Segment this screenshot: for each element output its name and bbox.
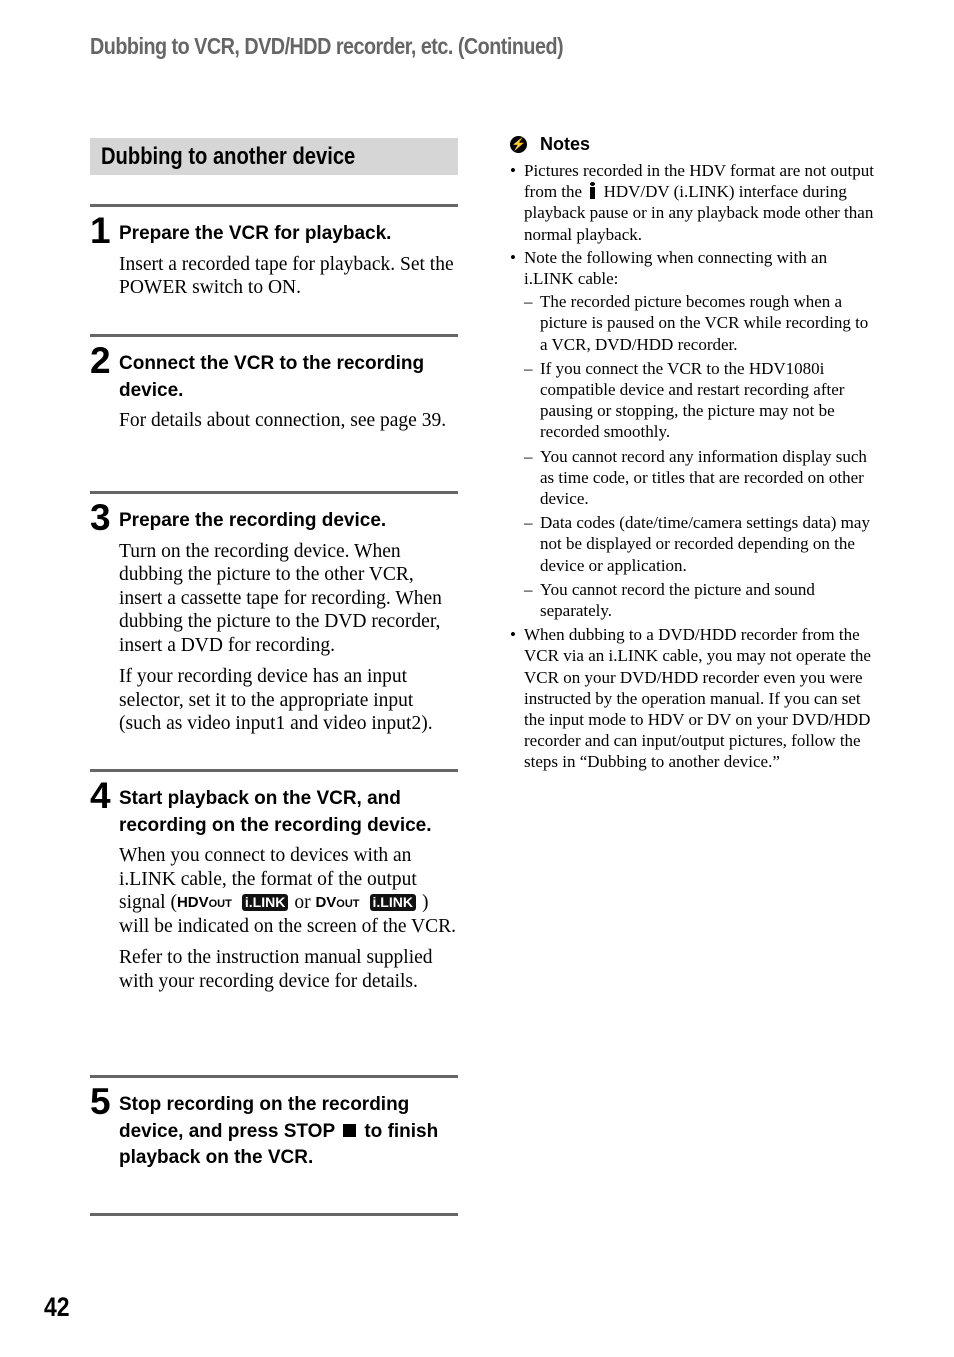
indicator-main: HDV xyxy=(176,894,209,911)
notes-column: ⚡ Notes Pictures recorded in the HDV for… xyxy=(510,131,880,775)
step-paragraph: Refer to the instruction manual supplied… xyxy=(119,947,433,992)
notes-heading-text: Notes xyxy=(540,134,591,154)
step-1: 1 Prepare the VCR for playback. Insert a… xyxy=(90,204,458,334)
notes-heading: ⚡ Notes xyxy=(510,131,880,157)
step-paragraph: For details about connection, see page 3… xyxy=(119,410,447,431)
step-4: 4 Start playback on the VCR, and recordi… xyxy=(90,769,458,1075)
step-number: 2 xyxy=(90,340,111,381)
step-5: 5 Stop recording on the recording device… xyxy=(90,1075,458,1213)
note-item: Pictures recorded in the HDV format are … xyxy=(510,160,880,245)
page-number: 42 xyxy=(44,1292,70,1322)
step-paragraph: When you connect to devices with an i.LI… xyxy=(119,844,458,938)
indicator-sub: OUT xyxy=(336,898,360,910)
step-number: 3 xyxy=(90,497,111,538)
section-title-text: Dubbing to another device xyxy=(101,143,356,170)
step-3: 3 Prepare the recording device. Turn on … xyxy=(90,491,458,769)
ilink-badge-icon: i.LINK xyxy=(369,894,416,911)
dv-out-indicator-icon: DVOUT xyxy=(315,895,359,912)
step-paragraph: If your recording device has an input se… xyxy=(119,666,433,734)
step-2: 2 Connect the VCR to the recording devic… xyxy=(90,334,458,491)
note-subitem: Data codes (date/time/camera settings da… xyxy=(524,512,880,576)
note-subitem: If you connect the VCR to the HDV1080i c… xyxy=(524,358,880,443)
step-body: When you connect to devices with an i.LI… xyxy=(119,844,458,993)
note-sublist: The recorded picture becomes rough when … xyxy=(524,291,880,621)
notes-warning-icon: ⚡ xyxy=(510,135,527,153)
step-paragraph: Turn on the recording device. When dubbi… xyxy=(119,540,442,656)
step-body: Turn on the recording device. When dubbi… xyxy=(119,540,458,736)
section-title: Dubbing to another device xyxy=(90,138,458,175)
step-heading: Prepare the recording device. xyxy=(119,510,387,531)
note-subitem: The recorded picture becomes rough when … xyxy=(524,291,880,355)
step-number: 4 xyxy=(90,775,111,816)
note-item: When dubbing to a DVD/HDD recorder from … xyxy=(510,624,880,772)
step-heading: Start playback on the VCR, and recording… xyxy=(119,788,432,836)
step-number: 5 xyxy=(90,1081,111,1122)
or-text: or xyxy=(294,892,311,913)
indicator-sub: OUT xyxy=(208,898,232,910)
note-subitem: You cannot record any information displa… xyxy=(524,446,880,510)
step-heading: Prepare the VCR for playback. xyxy=(119,223,392,244)
step-number: 1 xyxy=(90,210,111,251)
step-paragraph: Insert a recorded tape for playback. Set… xyxy=(119,253,454,299)
note-subitem: You cannot record the picture and sound … xyxy=(524,579,880,621)
hdv-out-indicator-icon: HDVOUT xyxy=(177,895,232,912)
running-head: Dubbing to VCR, DVD/HDD recorder, etc. (… xyxy=(90,33,564,59)
note-text: Note the following when connecting with … xyxy=(524,247,828,289)
notes-list: Pictures recorded in the HDV format are … xyxy=(510,160,880,773)
ilink-badge-icon: i.LINK xyxy=(241,894,289,911)
procedure-column: Dubbing to another device 1 Prepare the … xyxy=(90,138,458,1216)
step-heading: Stop recording on the recording device, … xyxy=(119,1085,458,1172)
note-item: Note the following when connecting with … xyxy=(510,247,880,621)
step-body: Insert a recorded tape for playback. Set… xyxy=(119,253,458,300)
step-body: For details about connection, see page 3… xyxy=(119,409,458,433)
indicator-main: DV xyxy=(315,894,337,911)
ilink-interface-icon xyxy=(588,182,597,200)
stop-icon xyxy=(343,1123,357,1137)
section-end-rule xyxy=(90,1213,458,1216)
step-heading: Connect the VCR to the recording device. xyxy=(119,353,425,401)
